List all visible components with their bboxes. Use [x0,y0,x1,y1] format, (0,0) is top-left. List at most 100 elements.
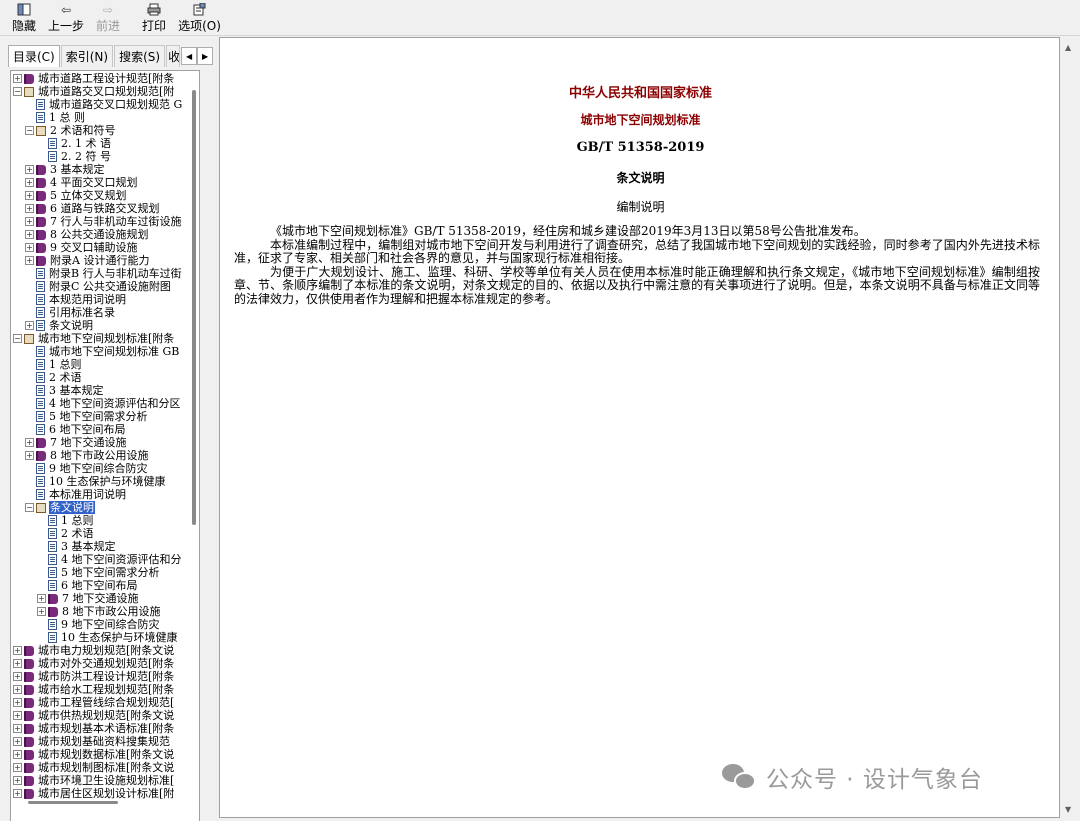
tree-item[interactable]: 3 基本规定 [37,540,117,553]
tree-item[interactable]: 9 地下空间综合防灾 [37,618,161,631]
collapse-icon[interactable]: − [13,334,22,343]
expand-icon[interactable]: + [25,191,34,200]
tree-item[interactable]: 附录B 行人与非机动车过街 [25,267,183,280]
expand-icon[interactable]: + [25,256,34,265]
tab-scroll-left-button[interactable]: ◀ [181,47,198,65]
expand-icon[interactable]: + [13,724,22,733]
tree-item[interactable]: 6 地下空间布局 [25,423,127,436]
expand-icon[interactable]: + [25,217,34,226]
hide-button[interactable]: 隐藏 [6,0,42,36]
tree-item[interactable]: + 城市道路工程设计规范[附条 [13,72,175,85]
expand-icon[interactable]: + [25,178,34,187]
tree-item[interactable]: 10 生态保护与环境健康 [25,475,167,488]
tree-item[interactable]: 10 生态保护与环境健康 [37,631,179,644]
tree-item[interactable]: − 条文说明 [25,501,95,514]
tree-item[interactable]: − 2 术语和符号 [25,124,117,137]
tree-item[interactable]: + 城市规划基本术语标准[附条 [13,722,175,735]
expand-icon[interactable]: + [25,451,34,460]
tree-item[interactable]: + 城市供热规划规范[附条文说 [13,709,175,722]
expand-icon[interactable]: + [13,763,22,772]
tree-item[interactable]: 5 地下空间需求分析 [37,566,161,579]
tree-item[interactable]: 9 地下空间综合防灾 [25,462,149,475]
tree-item[interactable]: 4 地下空间资源评估和分 [37,553,183,566]
expand-icon[interactable]: + [13,776,22,785]
tree-item[interactable]: 2. 1 术 语 [37,137,112,150]
tree-item[interactable]: 1 总则 [37,514,95,527]
tree-item[interactable]: + 城市防洪工程设计规范[附条 [13,670,175,683]
tree-item[interactable]: 1 总则 [25,358,83,371]
tree-item[interactable]: +5 立体交叉规划 [25,189,128,202]
tree-item[interactable]: 城市地下空间规划标准 GB [25,345,180,358]
tree-item[interactable]: 3 基本规定 [25,384,105,397]
content-vertical-scrollbar[interactable]: ▲ ▼ [1060,37,1080,818]
collapse-icon[interactable]: − [25,503,34,512]
tab-search[interactable]: 搜索(S) [114,45,166,67]
tree-item[interactable]: 1 总 则 [25,111,86,124]
tree-item[interactable]: 2 术语 [37,527,95,540]
tree-item[interactable]: 本规范用词说明 [25,293,127,306]
tab-scroll-right-button[interactable]: ▶ [197,47,214,65]
tree-item[interactable]: 城市道路交叉口规划规范 G [25,98,183,111]
tree-item[interactable]: + 城市给水工程规划规范[附条 [13,683,175,696]
tree-item[interactable]: + 城市规划数据标准[附条文说 [13,748,175,761]
tree-item[interactable]: − 城市地下空间规划标准[附条 [13,332,175,345]
options-button[interactable]: 选项(O) [172,0,227,36]
tree-item[interactable]: + 城市环境卫生设施规划标准[ [13,774,175,787]
tree-item[interactable]: +6 道路与铁路交叉规划 [25,202,161,215]
expand-icon[interactable]: + [13,685,22,694]
expand-icon[interactable]: + [13,672,22,681]
tree-vertical-scrollbar[interactable] [192,90,196,525]
tree-horizontal-scrollbar[interactable] [28,801,118,804]
tree-item[interactable]: + 城市居住区规划设计标准[附 [13,787,175,800]
tree-item[interactable]: + 条文说明 [25,319,94,332]
tree-item[interactable]: +3 基本规定 [25,163,106,176]
expand-icon[interactable]: + [13,659,22,668]
scroll-up-icon[interactable]: ▲ [1065,43,1071,52]
contents-tree[interactable]: + 城市道路工程设计规范[附条 − 城市道路交叉口规划规范[附 城市道路交叉口规划规范 … [10,70,200,821]
tree-item[interactable]: +8 地下市政公用设施 [37,605,162,618]
tree-item[interactable]: + 城市规划基础资料搜集规范 [13,735,171,748]
expand-icon[interactable]: + [25,230,34,239]
collapse-icon[interactable]: − [25,126,34,135]
tree-item[interactable]: 6 地下空间布局 [37,579,139,592]
expand-icon[interactable]: + [13,750,22,759]
expand-icon[interactable]: + [37,607,46,616]
expand-icon[interactable]: + [25,438,34,447]
tree-item[interactable]: +4 平面交叉口规划 [25,176,139,189]
collapse-icon[interactable]: − [13,87,22,96]
expand-icon[interactable]: + [37,594,46,603]
tree-item[interactable]: +9 交叉口辅助设施 [25,241,139,254]
tree-item[interactable]: 附录C 公共交通设施附图 [25,280,172,293]
tree-item[interactable]: + 城市工程管线综合规划规范[ [13,696,175,709]
scroll-down-icon[interactable]: ▼ [1065,805,1071,814]
expand-icon[interactable]: + [25,204,34,213]
tree-item[interactable]: +8 地下市政公用设施 [25,449,150,462]
expand-icon[interactable]: + [13,698,22,707]
expand-icon[interactable]: + [25,165,34,174]
expand-icon[interactable]: + [13,789,22,798]
tree-item[interactable]: + 城市对外交通规划规范[附条 [13,657,175,670]
expand-icon[interactable]: + [25,243,34,252]
forward-button[interactable]: ⇨ 前进 [90,0,126,36]
expand-icon[interactable]: + [25,321,34,330]
expand-icon[interactable]: + [13,711,22,720]
tree-item[interactable]: +8 公共交通设施规划 [25,228,150,241]
tree-item[interactable]: +7 行人与非机动车过街设施 [25,215,183,228]
tree-item[interactable]: 引用标准名录 [25,306,116,319]
tree-item[interactable]: 2. 2 符 号 [37,150,112,163]
tree-item[interactable]: +7 地下交通设施 [25,436,128,449]
expand-icon[interactable]: + [13,646,22,655]
tree-item[interactable]: + 城市电力规划规范[附条文说 [13,644,175,657]
tree-item[interactable]: + 附录A 设计通行能力 [25,254,150,267]
tree-item[interactable]: 4 地下空间资源评估和分区 [25,397,182,410]
expand-icon[interactable]: + [13,74,22,83]
back-button[interactable]: ⇦ 上一步 [42,0,90,36]
tree-item[interactable]: +7 地下交通设施 [37,592,140,605]
print-button[interactable]: 打印 [136,0,172,36]
expand-icon[interactable]: + [13,737,22,746]
tree-item[interactable]: + 城市规划制图标准[附条文说 [13,761,175,774]
tree-item[interactable]: − 城市道路交叉口规划规范[附 [13,85,175,98]
tab-index[interactable]: 索引(N) [60,45,114,67]
tree-item[interactable]: 2 术语 [25,371,83,384]
tab-contents[interactable]: 目录(C) [8,45,60,67]
